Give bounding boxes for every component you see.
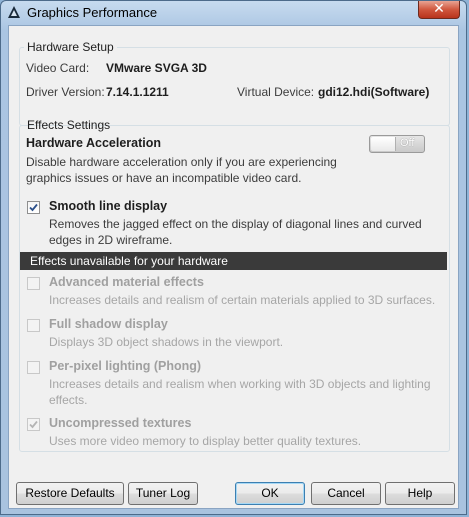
virtual-device-label: Virtual Device:	[237, 85, 315, 99]
dialog-window: Graphics Performance ✕ Hardware Setup Vi…	[0, 0, 467, 515]
unavailable-effects-header: Effects unavailable for your hardware	[20, 252, 447, 270]
dialog-client-area: Hardware Setup Video Card: VMware SVGA 3…	[8, 25, 459, 509]
checkmark-icon	[29, 420, 38, 429]
unavailable-effects-label: Effects unavailable for your hardware	[30, 254, 228, 268]
app-logo-icon	[8, 6, 20, 18]
uncompressed-textures-title: Uncompressed textures	[49, 416, 192, 430]
hardware-acceleration-toggle[interactable]: Off	[369, 135, 425, 153]
window-title: Graphics Performance	[27, 5, 158, 20]
virtual-device-value: gdi12.hdi(Software)	[318, 85, 430, 99]
ok-button[interactable]: OK	[235, 482, 305, 505]
per-pixel-lighting-description: Increases details and realism when worki…	[49, 377, 431, 407]
tuner-log-button[interactable]: Tuner Log	[128, 482, 198, 505]
video-card-value: VMware SVGA 3D	[106, 61, 207, 75]
toggle-knob	[371, 137, 396, 151]
video-card-label: Video Card:	[26, 61, 90, 75]
per-pixel-lighting-checkbox[interactable]	[27, 361, 40, 374]
title-bar[interactable]: Graphics Performance ✕	[1, 0, 466, 25]
full-shadow-checkbox[interactable]	[27, 319, 40, 332]
toggle-state-label: Off	[400, 137, 415, 149]
effects-settings-legend: Effects Settings	[27, 118, 111, 132]
smooth-line-checkbox[interactable]	[27, 201, 40, 214]
hardware-acceleration-description: Disable hardware acceleration only if yo…	[26, 155, 337, 185]
advanced-material-description: Increases details and realism of certain…	[49, 293, 436, 307]
driver-version-label: Driver Version:	[26, 85, 105, 99]
close-icon: ✕	[433, 0, 445, 16]
cancel-button[interactable]: Cancel	[311, 482, 381, 505]
per-pixel-lighting-title: Per-pixel lighting (Phong)	[49, 359, 202, 373]
hardware-setup-legend: Hardware Setup	[27, 40, 114, 54]
full-shadow-title: Full shadow display	[49, 317, 168, 331]
smooth-line-description: Removes the jagged effect on the display…	[49, 217, 422, 247]
advanced-material-title: Advanced material effects	[49, 275, 204, 289]
hardware-acceleration-title: Hardware Acceleration	[26, 136, 162, 150]
advanced-material-checkbox[interactable]	[27, 277, 40, 290]
driver-version-value: 7.14.1.1211	[106, 85, 169, 99]
help-button[interactable]: Help	[385, 482, 455, 505]
uncompressed-textures-description: Uses more video memory to display better…	[49, 434, 362, 448]
checkmark-icon	[29, 203, 38, 212]
smooth-line-title[interactable]: Smooth line display	[49, 199, 167, 213]
close-button[interactable]: ✕	[418, 0, 460, 19]
uncompressed-textures-checkbox[interactable]	[27, 418, 40, 431]
full-shadow-description: Displays 3D object shadows in the viewpo…	[49, 335, 284, 349]
restore-defaults-button[interactable]: Restore Defaults	[16, 482, 124, 505]
hardware-setup-group: Hardware Setup	[19, 40, 450, 126]
